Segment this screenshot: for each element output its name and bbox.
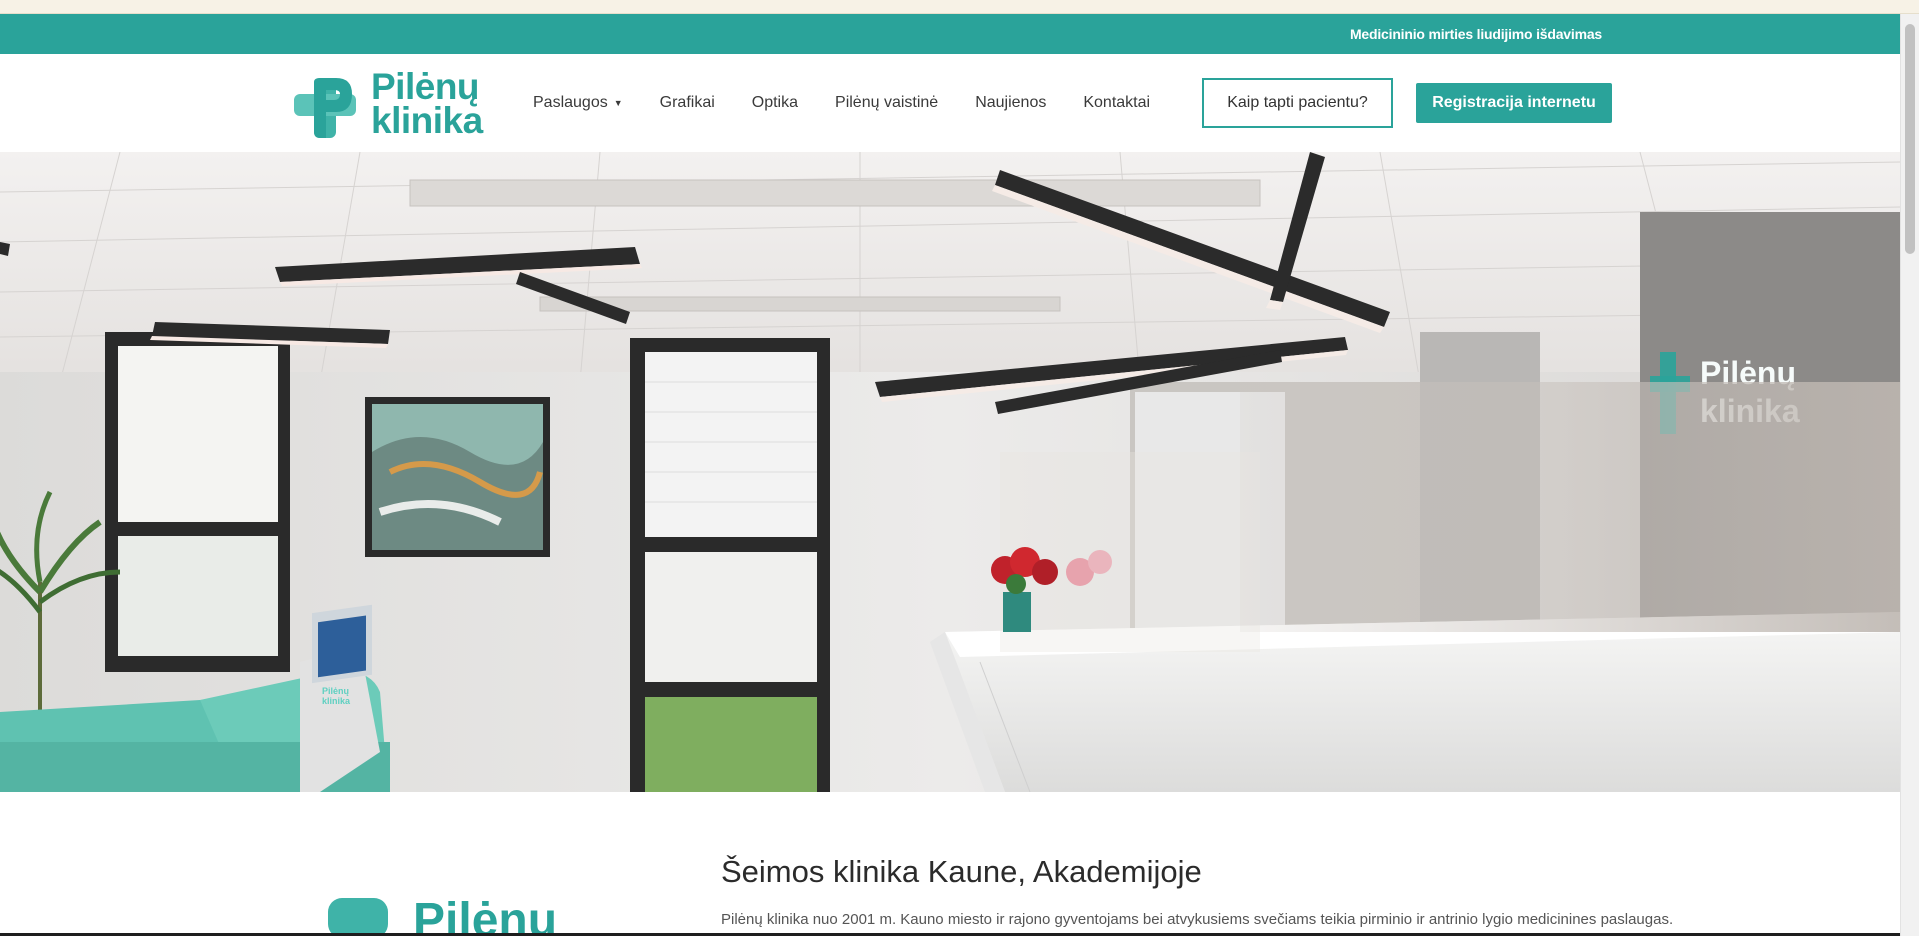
logo-wordmark: Pilėnų klinika <box>371 66 483 141</box>
nav-item-label: Grafikai <box>659 94 715 111</box>
site-logo[interactable]: Pilėnų klinika <box>294 66 494 141</box>
hero-image-reception: Pilėnų klinika <box>0 152 1900 792</box>
kiosk-screen-line-1: Pilėnų <box>322 686 349 696</box>
death-certificate-link[interactable]: Medicininio mirties liudijimo išdavimas <box>1350 26 1602 42</box>
intro-card: Šeimos klinika Kaune, Akademijoje Pilėnų… <box>142 792 1762 936</box>
intro-title: Šeimos klinika Kaune, Akademijoje <box>721 854 1202 889</box>
browser-strip <box>0 0 1919 14</box>
caret-down-icon: ▼ <box>613 98 623 108</box>
top-info-bar: Medicininio mirties liudijimo išdavimas <box>0 14 1900 54</box>
scrollbar-thumb[interactable] <box>1905 24 1915 254</box>
online-registration-button[interactable]: Registracija internetu <box>1416 83 1612 123</box>
nav-item-kontaktai[interactable]: Kontaktai <box>1083 94 1150 112</box>
page-scrollbar[interactable] <box>1900 14 1919 936</box>
nav-item-naujienos[interactable]: Naujienos <box>975 94 1046 112</box>
nav-item-optika[interactable]: Optika <box>752 94 798 112</box>
become-patient-button[interactable]: Kaip tapti pacientu? <box>1202 78 1393 128</box>
nav-item-label: Kontaktai <box>1083 94 1151 111</box>
main-navigation: Paslaugos ▼ Grafikai Optika Pilėnų vaist… <box>533 54 1187 152</box>
nav-item-paslaugos[interactable]: Paslaugos ▼ <box>533 94 623 112</box>
nav-item-vaistine[interactable]: Pilėnų vaistinė <box>835 94 938 112</box>
site-header: Pilėnų klinika Paslaugos ▼ Grafikai Opti… <box>0 54 1900 152</box>
logo-line-1: Pilėnų <box>371 66 480 107</box>
logo-line-2: klinika <box>371 100 483 141</box>
reception-illustration: Pilėnų klinika <box>0 152 1900 792</box>
kiosk-screen-line-2: klinika <box>322 696 351 706</box>
nav-item-label: Naujienos <box>975 94 1047 111</box>
intro-logo-cropped: Pilėnų <box>328 894 557 936</box>
nav-item-label: Paslaugos <box>533 94 608 111</box>
intro-text: Pilėnų klinika nuo 2001 m. Kauno miesto … <box>721 911 1674 928</box>
clinic-cross-logo-icon <box>294 78 356 138</box>
nav-item-label: Pilėnų vaistinė <box>835 94 939 111</box>
intro-logo-text: Pilėnų <box>413 894 557 936</box>
nav-item-label: Optika <box>751 94 799 111</box>
nav-item-grafikai[interactable]: Grafikai <box>660 94 715 112</box>
